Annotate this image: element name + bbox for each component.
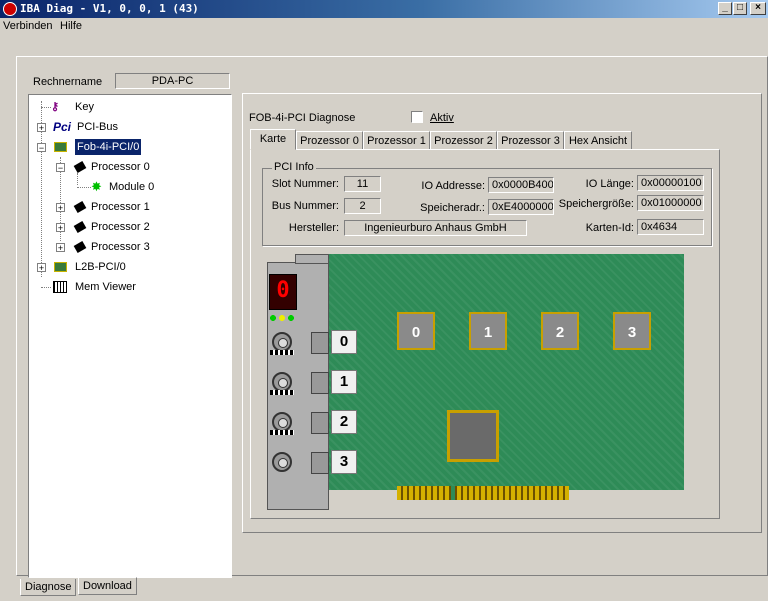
minimize-button[interactable]: _ — [718, 2, 732, 15]
port-label-1: 1 — [331, 370, 357, 394]
status-leds — [269, 314, 295, 322]
pci-info-label: PCI Info — [272, 161, 316, 173]
pcb — [329, 254, 684, 490]
collapse-fob-icon[interactable]: − — [37, 143, 46, 153]
maximize-button[interactable]: □ — [733, 2, 747, 15]
vendor-label: Hersteller: — [288, 222, 339, 234]
aktiv-checkbox[interactable] — [411, 111, 423, 123]
tab-karte[interactable]: Karte — [250, 129, 296, 150]
fiber-connector-3 — [272, 452, 292, 472]
mem-address-value: 0xE4000000 — [488, 199, 554, 215]
io-length-value: 0x00000100 — [637, 175, 704, 191]
io-address-label: IO Addresse: — [421, 180, 485, 192]
port-label-3: 3 — [331, 450, 357, 474]
bus-label: Bus Nummer: — [271, 200, 339, 212]
tab-hex-ansicht[interactable]: Hex Ansicht — [564, 131, 632, 150]
menu-verbinden[interactable]: Verbinden — [3, 20, 53, 32]
expand-proc3-icon[interactable]: + — [56, 243, 65, 253]
fiber-connector-0 — [272, 332, 292, 352]
port-label-2: 2 — [331, 410, 357, 434]
computer-name-field: PDA-PC — [115, 73, 230, 89]
device-tree[interactable]: ⚷ Key + Pci PCI-Bus − Fob-4i-PCI/0 − Pro… — [28, 94, 232, 578]
vendor-value: Ingenieurburo Anhaus GmbH — [344, 220, 527, 236]
key-icon: ⚷ — [51, 101, 60, 113]
tab-prozessor-1[interactable]: Prozessor 1 — [363, 131, 430, 150]
gold-fingers — [397, 486, 569, 500]
fiber-connector-1 — [272, 372, 292, 392]
tab-prozessor-3[interactable]: Prozessor 3 — [497, 131, 564, 150]
processor-chip-1[interactable]: 1 — [469, 312, 507, 350]
module-status-icon: ✸ — [91, 179, 102, 194]
io-length-label: IO Länge: — [585, 178, 634, 190]
aktiv-label[interactable]: Aktiv — [430, 112, 454, 124]
bus-value: 2 — [344, 198, 381, 214]
app-icon — [3, 2, 17, 16]
seven-segment-display: 0 — [269, 274, 297, 310]
mem-size-value: 0x01000000 — [637, 195, 704, 211]
expand-proc2-icon[interactable]: + — [56, 223, 65, 233]
tab-prozessor-0[interactable]: Prozessor 0 — [296, 131, 363, 150]
mem-size-label: Speichergröße: — [558, 198, 634, 210]
processor-icon — [73, 241, 87, 253]
expand-pcibus-icon[interactable]: + — [37, 123, 46, 133]
window-title: IBA Diag - V1, 0, 0, 1 (43) — [20, 2, 199, 15]
slot-label: Slot Nummer: — [271, 178, 339, 190]
collapse-proc0-icon[interactable]: − — [56, 163, 65, 173]
mem-address-label: Speicheradr.: — [420, 202, 485, 214]
tab-download[interactable]: Download — [78, 577, 137, 595]
port-label-0: 0 — [331, 330, 357, 354]
processor-icon — [73, 161, 87, 173]
menu-hilfe[interactable]: Hilfe — [60, 20, 82, 32]
expand-proc1-icon[interactable]: + — [56, 203, 65, 213]
processor-chip-3[interactable]: 3 — [613, 312, 651, 350]
card-image: 0 0 1 2 3 0 1 2 3 — [267, 254, 684, 510]
main-chip — [447, 410, 499, 462]
bracket-tab — [295, 254, 329, 264]
card-id-value: 0x4634 — [637, 219, 704, 235]
processor-chip-0[interactable]: 0 — [397, 312, 435, 350]
menu-bar: Verbinden Hilfe — [0, 18, 768, 36]
board-icon — [54, 262, 67, 272]
close-button[interactable]: × — [750, 2, 766, 15]
fiber-connector-2 — [272, 412, 292, 432]
panel-title: FOB-4i-PCI Diagnose — [249, 112, 356, 124]
tab-diagnose[interactable]: Diagnose — [20, 579, 77, 596]
memory-icon — [53, 281, 67, 293]
io-address-value: 0x0000B400 — [488, 177, 554, 193]
pci-icon: Pci — [53, 120, 72, 134]
title-bar: IBA Diag - V1, 0, 0, 1 (43) _ □ × — [0, 0, 768, 18]
board-icon — [54, 142, 67, 152]
tab-prozessor-2[interactable]: Prozessor 2 — [430, 131, 497, 150]
processor-chip-2[interactable]: 2 — [541, 312, 579, 350]
computer-name-label: Rechnername — [33, 76, 103, 88]
processor-icon — [73, 221, 87, 233]
card-id-label: Karten-Id: — [585, 222, 634, 234]
slot-value: 11 — [344, 176, 381, 192]
expand-l2b-icon[interactable]: + — [37, 263, 46, 273]
processor-icon — [73, 201, 87, 213]
